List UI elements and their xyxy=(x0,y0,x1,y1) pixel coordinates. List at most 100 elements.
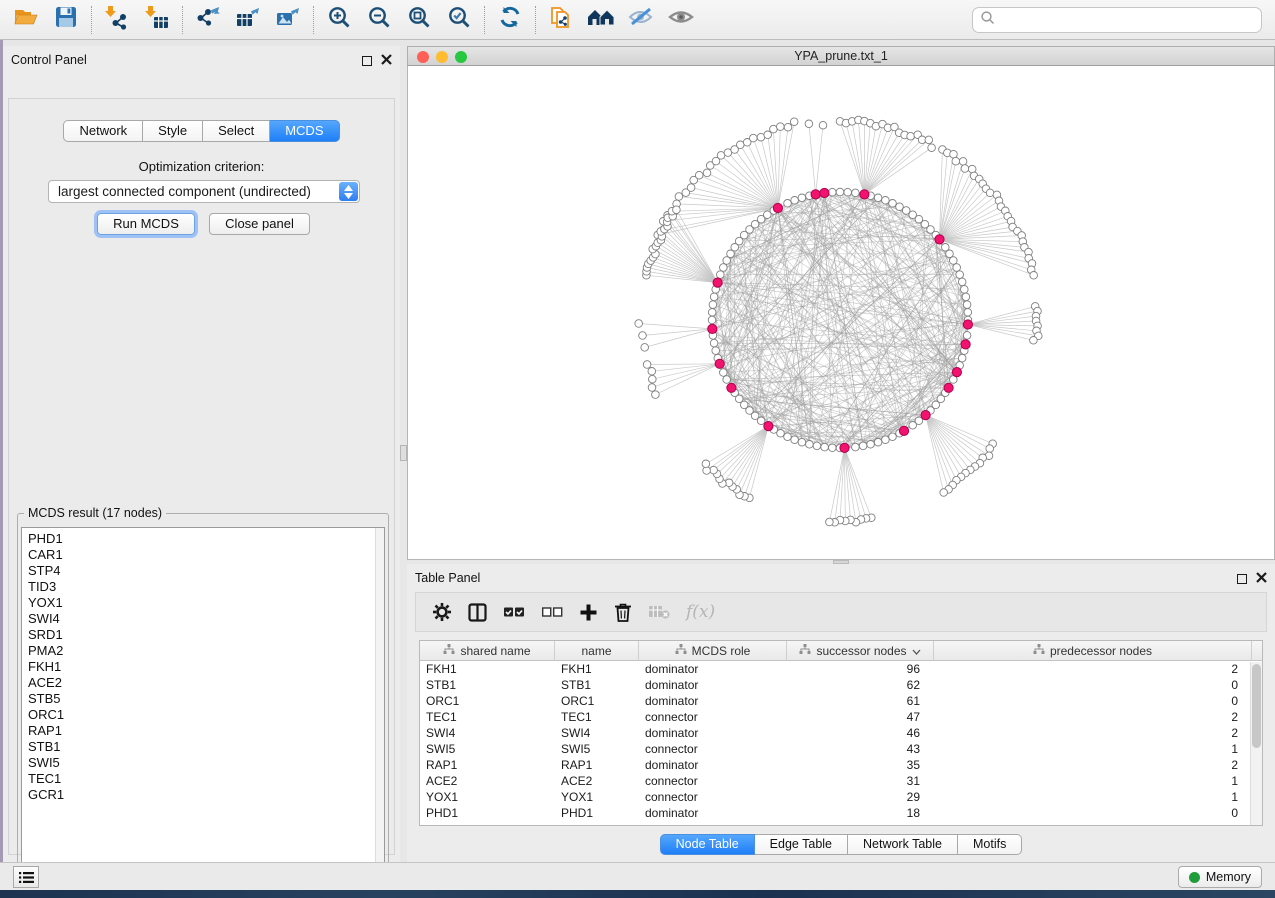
network-node[interactable] xyxy=(798,194,806,202)
network-node[interactable] xyxy=(708,309,716,317)
show-all-button[interactable] xyxy=(661,3,701,37)
mcds-result-item[interactable]: SRD1 xyxy=(22,627,384,643)
tab-motifs[interactable]: Motifs xyxy=(958,834,1022,855)
network-node[interactable] xyxy=(720,369,728,377)
network-window-titlebar[interactable]: YPA_prune.txt_1 xyxy=(407,46,1275,66)
mcds-result-item[interactable]: PHD1 xyxy=(22,531,384,547)
network-hub-node[interactable] xyxy=(944,383,953,392)
network-node[interactable] xyxy=(852,443,860,451)
open-session-button[interactable] xyxy=(6,3,46,37)
deselect-all-button[interactable] xyxy=(541,605,563,619)
network-hub-node[interactable] xyxy=(935,235,944,244)
network-leaf-node[interactable] xyxy=(819,121,827,129)
table-cell[interactable]: 43 xyxy=(787,741,934,757)
network-node[interactable] xyxy=(874,438,882,446)
network-node[interactable] xyxy=(821,443,829,451)
network-node[interactable] xyxy=(829,444,837,452)
zoom-selected-button[interactable] xyxy=(439,3,479,37)
table-cell[interactable]: 1 xyxy=(934,789,1252,805)
network-leaf-node[interactable] xyxy=(675,193,683,201)
table-cell[interactable]: SWI4 xyxy=(555,725,639,741)
tab-network-table[interactable]: Network Table xyxy=(848,834,958,855)
window-zoom-icon[interactable] xyxy=(455,51,467,63)
network-hub-node[interactable] xyxy=(811,190,820,199)
mcds-result-item[interactable]: ACE2 xyxy=(22,675,384,691)
close-panel-icon[interactable] xyxy=(1256,570,1267,588)
table-cell[interactable]: 2 xyxy=(934,757,1252,773)
network-node[interactable] xyxy=(889,200,897,208)
tab-style[interactable]: Style xyxy=(143,120,203,142)
network-node[interactable] xyxy=(709,301,717,309)
mcds-result-item[interactable]: YOX1 xyxy=(22,595,384,611)
table-row[interactable]: SWI5SWI5connector431 xyxy=(420,741,1262,757)
table-cell[interactable]: connector xyxy=(639,789,787,805)
network-leaf-node[interactable] xyxy=(710,466,718,474)
network-node[interactable] xyxy=(836,188,844,196)
table-cell[interactable]: 2 xyxy=(934,709,1252,725)
network-leaf-node[interactable] xyxy=(641,344,649,352)
table-cell[interactable]: 0 xyxy=(934,693,1252,709)
table-cell[interactable]: 2 xyxy=(934,725,1252,741)
float-panel-icon[interactable] xyxy=(362,56,372,66)
table-row[interactable]: PHD1PHD1dominator180 xyxy=(420,805,1262,821)
network-hub-node[interactable] xyxy=(708,324,717,333)
network-node[interactable] xyxy=(791,197,799,205)
splitter-handle[interactable] xyxy=(400,445,407,461)
table-cell[interactable]: FKH1 xyxy=(420,661,555,677)
network-hub-node[interactable] xyxy=(727,383,736,392)
network-hub-node[interactable] xyxy=(713,278,722,287)
network-leaf-node[interactable] xyxy=(925,136,933,144)
tab-select[interactable]: Select xyxy=(203,120,270,142)
table-cell[interactable]: 62 xyxy=(787,677,934,693)
network-node[interactable] xyxy=(710,293,718,301)
network-node[interactable] xyxy=(882,436,890,444)
network-leaf-node[interactable] xyxy=(952,157,960,165)
table-cell[interactable]: PHD1 xyxy=(555,805,639,821)
tab-mcds[interactable]: MCDS xyxy=(270,120,339,142)
network-node[interactable] xyxy=(963,301,971,309)
network-leaf-node[interactable] xyxy=(805,120,813,128)
import-network-button[interactable] xyxy=(97,3,137,37)
network-leaf-node[interactable] xyxy=(1030,272,1038,280)
network-hub-node[interactable] xyxy=(961,340,970,349)
table-cell[interactable]: ACE2 xyxy=(555,773,639,789)
mcds-result-item[interactable]: STB5 xyxy=(22,691,384,707)
network-leaf-node[interactable] xyxy=(703,169,711,177)
table-cell[interactable]: 31 xyxy=(787,773,934,789)
network-node[interactable] xyxy=(961,286,969,294)
network-hub-node[interactable] xyxy=(840,443,849,452)
show-columns-button[interactable] xyxy=(468,603,487,622)
task-history-button[interactable] xyxy=(13,866,39,888)
mcds-result-item[interactable]: ORC1 xyxy=(22,707,384,723)
network-hub-node[interactable] xyxy=(899,426,908,435)
table-cell[interactable]: dominator xyxy=(639,757,787,773)
table-cell[interactable]: ACE2 xyxy=(420,773,555,789)
float-panel-icon[interactable] xyxy=(1237,574,1247,584)
table-cell[interactable]: RAP1 xyxy=(555,757,639,773)
column-header-MCDS-role[interactable]: MCDS role xyxy=(639,641,787,661)
network-node[interactable] xyxy=(717,271,725,279)
table-cell[interactable]: STB1 xyxy=(420,677,555,693)
table-cell[interactable]: YOX1 xyxy=(420,789,555,805)
network-hub-node[interactable] xyxy=(773,203,782,212)
table-cell[interactable]: FKH1 xyxy=(555,661,639,677)
table-cell[interactable]: 47 xyxy=(787,709,934,725)
network-hub-node[interactable] xyxy=(764,422,773,431)
import-table-button[interactable] xyxy=(137,3,177,37)
network-node[interactable] xyxy=(958,278,966,286)
mcds-result-item[interactable]: RAP1 xyxy=(22,723,384,739)
table-cell[interactable]: 1 xyxy=(934,741,1252,757)
network-node[interactable] xyxy=(844,188,852,196)
tab-network[interactable]: Network xyxy=(63,120,143,142)
table-cell[interactable]: 46 xyxy=(787,725,934,741)
table-cell[interactable]: PHD1 xyxy=(420,805,555,821)
table-cell[interactable]: 0 xyxy=(934,677,1252,693)
network-leaf-node[interactable] xyxy=(950,150,958,158)
network-node[interactable] xyxy=(889,433,897,441)
network-node[interactable] xyxy=(882,197,890,205)
tab-edge-table[interactable]: Edge Table xyxy=(755,834,848,855)
network-leaf-node[interactable] xyxy=(1030,337,1038,345)
network-leaf-node[interactable] xyxy=(643,361,651,369)
column-header-successor-nodes[interactable]: successor nodes xyxy=(787,641,934,661)
network-leaf-node[interactable] xyxy=(940,489,948,497)
